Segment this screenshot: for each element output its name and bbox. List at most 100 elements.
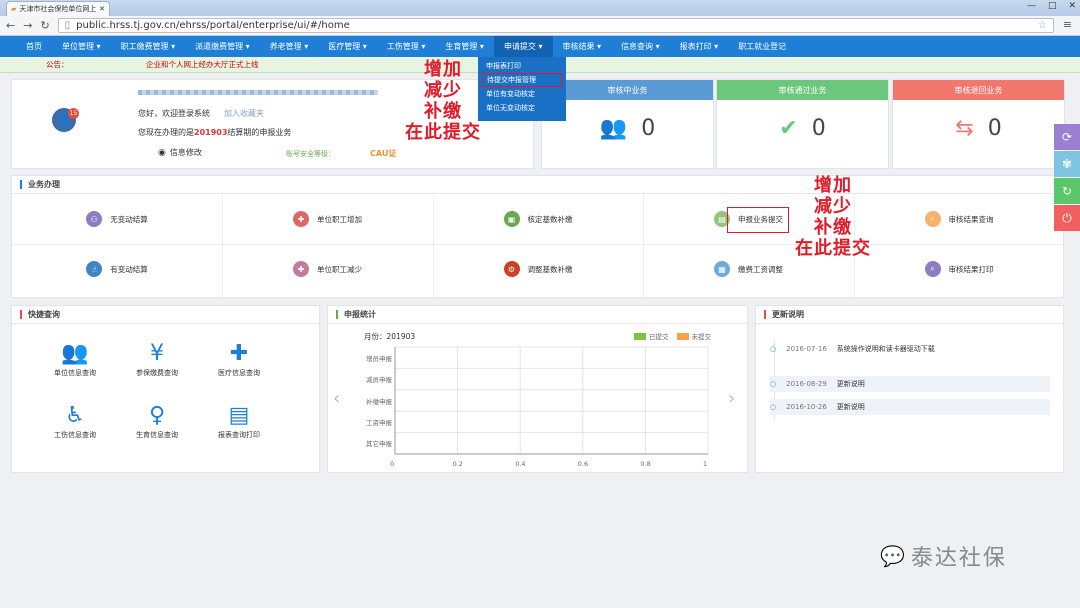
- back-icon[interactable]: ←: [6, 19, 15, 32]
- legend-item[interactable]: 已提交: [634, 331, 669, 341]
- nav-item[interactable]: 报表打印 ▾: [670, 36, 729, 57]
- chart-prev-button[interactable]: ‹: [333, 388, 340, 409]
- nav-item[interactable]: 职工就业登记: [728, 36, 796, 57]
- refresh-icon[interactable]: ↻: [1054, 178, 1080, 204]
- stat-body: ✔ 0: [717, 100, 888, 156]
- nav-item[interactable]: 信息查询 ▾: [611, 36, 670, 57]
- legend-swatch: [634, 332, 646, 340]
- sync-icon[interactable]: ⟳: [1054, 124, 1080, 150]
- nav-item[interactable]: 单位管理 ▾: [52, 36, 111, 57]
- business-item[interactable]: ☝ 有变动结算: [12, 244, 222, 294]
- stat-card[interactable]: 审核中业务 👥 0: [541, 79, 714, 169]
- message-badge[interactable]: 15: [68, 108, 79, 119]
- chart-next-button[interactable]: ›: [728, 388, 735, 409]
- business-item[interactable]: ✚ 单位职工增加: [223, 194, 433, 244]
- minimize-button[interactable]: —: [1027, 1, 1036, 11]
- chart-title: 申报统计: [344, 310, 376, 319]
- business-icon: ✚: [293, 261, 309, 277]
- quick-label: 单位信息查询: [54, 369, 96, 377]
- menu-icon[interactable]: ≡: [1063, 18, 1072, 31]
- approved-icon: ✔: [779, 115, 798, 141]
- nav-item[interactable]: 生育管理 ▾: [435, 36, 494, 57]
- updates-title-row: 更新说明: [756, 306, 1063, 324]
- nav-item[interactable]: 医疗管理 ▾: [318, 36, 377, 57]
- timeline-dot-icon: ○: [770, 403, 777, 411]
- business-item[interactable]: ▣ 核定基数补缴: [433, 194, 643, 244]
- medical-kit-icon: ✚: [229, 341, 249, 366]
- update-item[interactable]: ○ 2016-10-26 更新说明: [770, 399, 1050, 415]
- stat-value: 0: [641, 115, 656, 141]
- return-icon: ⇆: [955, 115, 974, 141]
- business-label: 单位职工减少: [317, 264, 362, 274]
- info-edit-button[interactable]: ◉ 信息修改: [158, 147, 202, 158]
- annotation-line: 增加: [814, 175, 852, 196]
- annotation-line: 减少: [424, 80, 462, 101]
- power-icon[interactable]: ⏻: [1054, 205, 1080, 231]
- quick-item[interactable]: ♿ 工伤信息查询: [40, 402, 110, 440]
- update-item[interactable]: ○ 2016-07-16 系统操作说明和读卡器驱动下载: [770, 344, 935, 354]
- business-icon: ⌕: [924, 211, 941, 227]
- tab-title: 天津市社会保险单位网上: [19, 5, 97, 13]
- nav-item[interactable]: 养老管理 ▾: [260, 36, 319, 57]
- nav-item[interactable]: 审核结果 ▾: [553, 36, 612, 57]
- business-icon: ⌕: [924, 261, 941, 277]
- business-icon: ▦: [714, 261, 730, 277]
- y-tick-label: 补缴申报: [366, 397, 392, 406]
- stat-card[interactable]: 审核退回业务 ⇆ 0: [892, 79, 1065, 169]
- add-favorite-link[interactable]: 加入收藏夹: [224, 108, 264, 119]
- maximize-button[interactable]: □: [1048, 1, 1057, 11]
- business-label: 单位职工增加: [317, 214, 362, 224]
- period-line: 您现在办理的是201903结算期的申报业务: [138, 127, 291, 138]
- x-tick-label: 1: [703, 460, 708, 468]
- chart-legend: 已提交 未提交: [634, 331, 711, 341]
- quick-item[interactable]: ▤ 报表查询打印: [204, 402, 274, 440]
- y-tick-label: 工资申报: [366, 418, 392, 427]
- nav-item[interactable]: 工伤管理 ▾: [377, 36, 436, 57]
- maternity-icon: ♀: [148, 403, 166, 428]
- quick-item[interactable]: 👥 单位信息查询: [40, 340, 110, 378]
- quick-item[interactable]: ¥ 参保缴费查询: [122, 340, 192, 378]
- update-item[interactable]: ○ 2016-08-29 更新说明: [770, 376, 1050, 392]
- tab-close-icon[interactable]: ✕: [99, 5, 105, 13]
- browser-tab[interactable]: ▰ 天津市社会保险单位网上 ✕: [6, 1, 110, 16]
- stat-card[interactable]: 审核通过业务 ✔ 0: [716, 79, 889, 169]
- bookmark-star-icon[interactable]: ☆: [1038, 20, 1047, 31]
- quick-item[interactable]: ✚ 医疗信息查询: [204, 340, 274, 378]
- quick-title-row: 快捷查询: [12, 306, 319, 324]
- nav-item[interactable]: 职工缴费管理 ▾: [111, 36, 186, 57]
- quick-label: 报表查询打印: [218, 431, 260, 439]
- reload-icon[interactable]: ↻: [40, 19, 49, 32]
- nav-item[interactable]: 首页: [16, 36, 52, 57]
- stat-value: 0: [987, 115, 1002, 141]
- x-tick-label: 0: [390, 460, 395, 468]
- business-title-row: 业务办理: [12, 176, 1063, 194]
- business-icon: ▣: [503, 211, 520, 227]
- nav-item[interactable]: 派遣缴费管理 ▾: [185, 36, 260, 57]
- business-item[interactable]: ✚ 单位职工减少: [223, 244, 433, 294]
- y-tick-label: 增员申报: [366, 354, 392, 363]
- legend-item[interactable]: 未提交: [676, 331, 711, 341]
- business-item[interactable]: ⚇ 无变动结算: [12, 194, 222, 244]
- quick-label: 工伤信息查询: [54, 431, 96, 439]
- business-item[interactable]: ⚙ 调整基数补缴: [433, 244, 643, 294]
- group-icon: 👥: [61, 341, 89, 366]
- stat-value: 0: [811, 115, 826, 141]
- cert-label: CAU证: [370, 149, 397, 158]
- month-value: 201903: [386, 332, 416, 341]
- nav-item[interactable]: 申请提交 ▾: [493, 36, 553, 57]
- title-marker: [20, 310, 22, 319]
- close-window-button[interactable]: ✕: [1068, 1, 1076, 11]
- tree-icon[interactable]: ✾: [1054, 151, 1080, 177]
- money-search-icon: ¥: [150, 341, 164, 366]
- annotation-line: 补缴: [814, 217, 852, 238]
- forward-icon[interactable]: →: [23, 19, 32, 32]
- quick-label: 生育信息查询: [136, 431, 178, 439]
- url-input[interactable]: ▯ public.hrss.tj.gov.cn/ehrss/portal/ent…: [57, 18, 1054, 33]
- welcome-text: 您好，欢迎登录系统: [138, 109, 210, 118]
- business-label: 无变动结算: [110, 214, 148, 224]
- annotation-right: 增加 减少 补缴 在此提交: [778, 175, 888, 259]
- quick-title: 快捷查询: [28, 310, 60, 319]
- annotation-line: 在此提交: [405, 122, 481, 143]
- quick-item[interactable]: ♀ 生育信息查询: [122, 402, 192, 440]
- notice-text[interactable]: 企业和个人网上经办大厅正式上线: [146, 59, 259, 70]
